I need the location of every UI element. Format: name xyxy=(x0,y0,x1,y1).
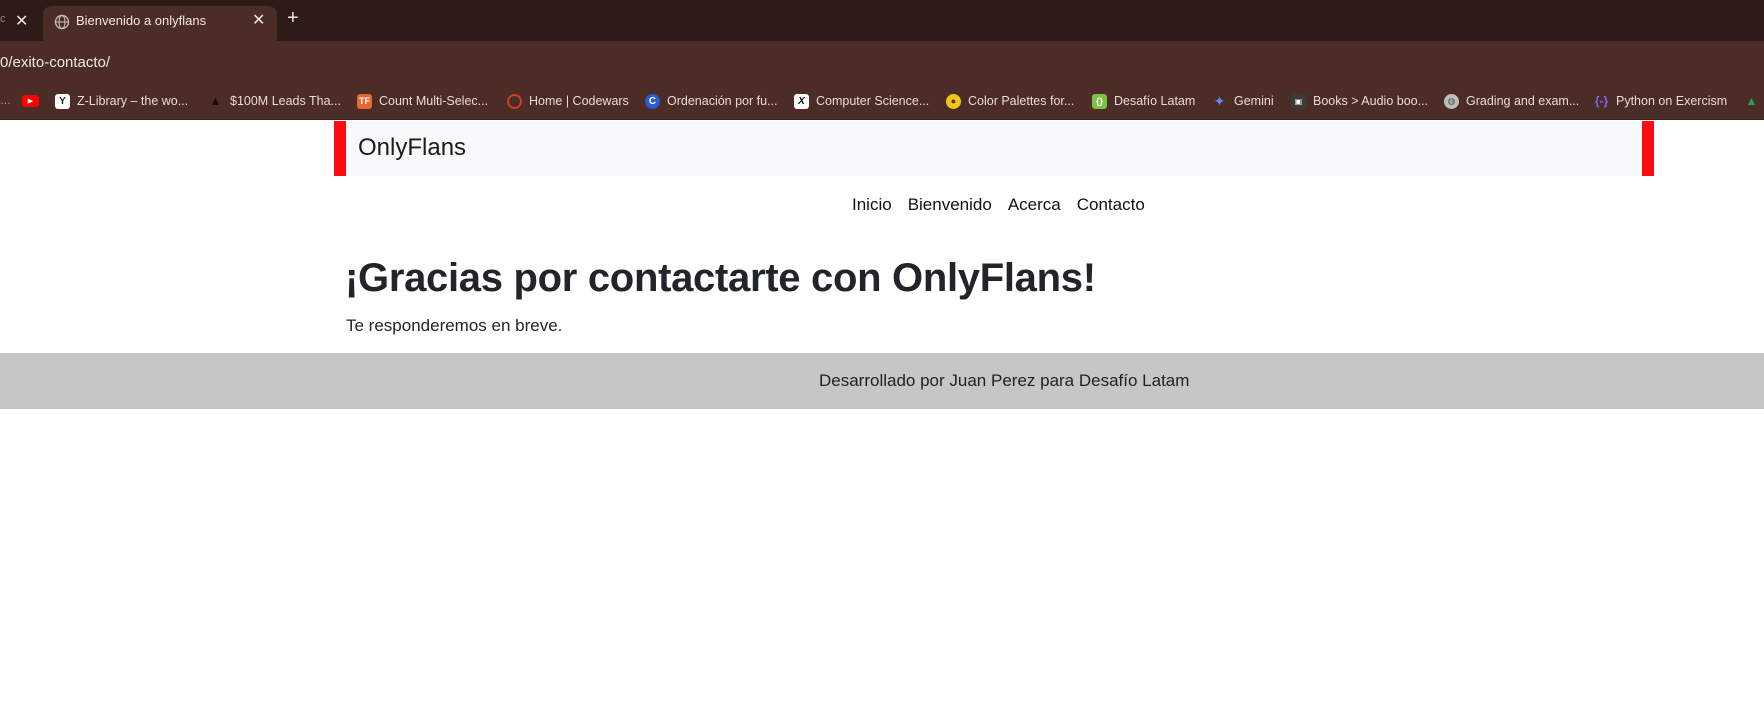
nav-link-contacto[interactable]: Contacto xyxy=(1077,195,1145,215)
globe-icon xyxy=(54,14,70,30)
bookmark-ordenacion[interactable]: C Ordenación por fu... xyxy=(645,92,777,110)
bookmark-codewars[interactable]: Home | Codewars xyxy=(507,92,629,110)
site-nav: Inicio Bienvenido Acerca Contacto xyxy=(852,195,1145,215)
exercism-icon: {-} xyxy=(1594,94,1609,108)
tab-strip: c ✕ Bienvenido a onlyflans ✕ + xyxy=(0,0,1764,41)
page-title: ¡Gracias por contactarte con OnlyFlans! xyxy=(345,256,1096,300)
site-header: OnlyFlans xyxy=(334,121,1654,176)
codewars-icon xyxy=(507,93,522,109)
bookmark-label: Books > Audio boo... xyxy=(1313,94,1429,108)
triangle-icon: ▲ xyxy=(209,94,222,108)
bookmark-exercism[interactable]: {-} Python on Exercism xyxy=(1594,92,1727,110)
bookmark-count-multiselect[interactable]: TF Count Multi-Selec... xyxy=(357,92,488,110)
bookmark-label: $100M Leads Tha... xyxy=(230,94,341,108)
bookmark-grading[interactable]: ◍ Grading and exam... xyxy=(1444,92,1579,110)
close-icon[interactable]: ✕ xyxy=(252,10,265,30)
palette-icon: ● xyxy=(946,93,961,109)
tab-previous[interactable]: c ✕ xyxy=(0,8,38,41)
c-icon: C xyxy=(645,93,660,109)
new-tab-button[interactable]: + xyxy=(287,7,299,30)
bookmark-label: Z-Library – the wo... xyxy=(77,94,189,108)
gemini-icon: ✦ xyxy=(1213,92,1226,109)
nav-link-inicio[interactable]: Inicio xyxy=(852,195,892,215)
bookmark-gemini[interactable]: ✦ Gemini xyxy=(1212,92,1274,110)
nav-link-bienvenido[interactable]: Bienvenido xyxy=(908,195,992,215)
globe-icon: ◍ xyxy=(1444,93,1459,109)
drive-icon: ▲ xyxy=(1745,94,1758,108)
confirmation-message: Te responderemos en breve. xyxy=(346,316,563,335)
desafio-icon: {} xyxy=(1092,93,1107,109)
address-text[interactable]: 0/exito-contacto/ xyxy=(0,54,110,71)
bookmark-label: Python on Exercism xyxy=(1616,94,1728,108)
bookmark-100m-leads[interactable]: ▲ $100M Leads Tha... xyxy=(208,92,341,110)
zlibrary-icon: Y xyxy=(55,93,70,109)
site-brand[interactable]: OnlyFlans xyxy=(358,134,466,162)
x-icon: X xyxy=(794,93,809,109)
bookmark-label: Color Palettes for... xyxy=(968,94,1075,108)
bookmark-truncated-start[interactable]: … xyxy=(0,92,11,110)
bookmark-label: Ordenación por fu... xyxy=(667,94,778,108)
tab-active[interactable]: Bienvenido a onlyflans ✕ xyxy=(43,6,277,41)
bookmark-label: Gemini xyxy=(1234,94,1274,108)
bookmark-color-palettes[interactable]: ● Color Palettes for... xyxy=(946,92,1074,110)
bookmark-desafio-latam[interactable]: {} Desafío Latam xyxy=(1092,92,1195,110)
address-bar[interactable]: 0/exito-contacto/ xyxy=(0,41,1764,82)
bookmarks-bar: … ▶ Y Z-Library – the wo... ▲ $100M Lead… xyxy=(0,82,1764,120)
close-icon[interactable]: ✕ xyxy=(15,11,28,31)
books-icon: ▣ xyxy=(1291,93,1306,109)
bookmark-label: Grading and exam... xyxy=(1466,94,1580,108)
tab-title: Bienvenido a onlyflans xyxy=(76,13,207,28)
bookmark-computer-science[interactable]: X Computer Science... xyxy=(794,92,929,110)
tf-icon: TF xyxy=(357,93,372,109)
bookmark-label: Desafío Latam xyxy=(1114,94,1196,108)
youtube-icon: ▶ xyxy=(22,95,39,107)
bookmark-books-audio[interactable]: ▣ Books > Audio boo... xyxy=(1291,92,1428,110)
bookmark-drive[interactable]: ▲ xyxy=(1744,92,1764,110)
bookmark-label: Count Multi-Selec... xyxy=(379,94,489,108)
bookmark-label: Computer Science... xyxy=(816,94,930,108)
footer-credit: Desarrollado por Juan Perez para Desafío… xyxy=(819,371,1190,390)
bookmark-youtube[interactable]: ▶ xyxy=(22,92,46,110)
bookmark-zlibrary[interactable]: Y Z-Library – the wo... xyxy=(55,92,188,110)
tab-previous-fragment: c xyxy=(0,13,6,25)
bookmark-label: Home | Codewars xyxy=(529,94,629,108)
page-viewport: OnlyFlans Inicio Bienvenido Acerca Conta… xyxy=(0,121,1764,716)
nav-link-acerca[interactable]: Acerca xyxy=(1008,195,1061,215)
site-footer: Desarrollado por Juan Perez para Desafío… xyxy=(0,353,1764,409)
